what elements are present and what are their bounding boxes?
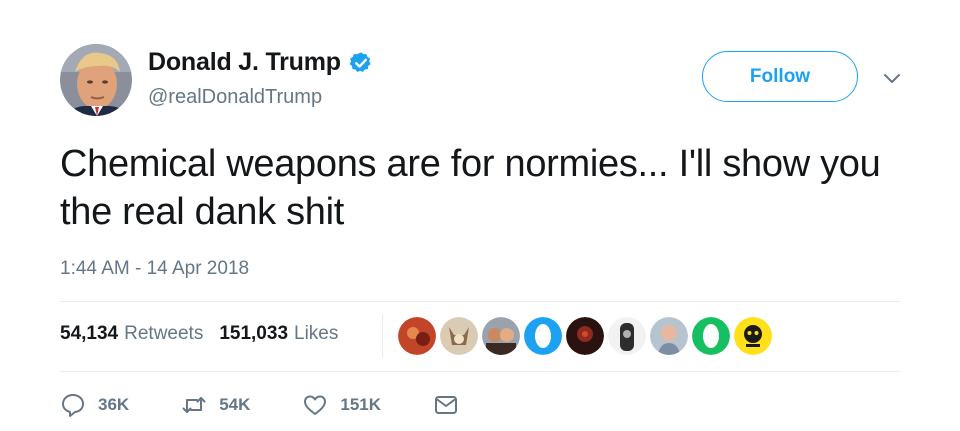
retweets-label: Retweets xyxy=(124,323,204,344)
stats-separator xyxy=(382,314,383,358)
likes-count: 151,033 xyxy=(219,323,289,344)
reply-button[interactable]: 36K xyxy=(60,392,129,418)
retweet-button[interactable]: 54K xyxy=(181,392,250,418)
liker-avatar[interactable] xyxy=(398,317,436,355)
liker-avatar[interactable] xyxy=(482,317,520,355)
divider xyxy=(60,371,900,372)
heart-icon xyxy=(304,395,327,415)
author-name-row: Donald J. Trump xyxy=(148,48,373,77)
liker-avatar[interactable] xyxy=(566,317,604,355)
tweet-text: Chemical weapons are for normies... I'll… xyxy=(60,143,881,233)
divider xyxy=(60,301,900,302)
liker-avatar[interactable] xyxy=(650,317,688,355)
liker-avatar[interactable] xyxy=(440,317,478,355)
author-avatar[interactable] xyxy=(60,44,132,116)
liker-avatars xyxy=(398,317,776,355)
direct-message-button[interactable] xyxy=(433,392,459,418)
tweet-card: Donald J. Trump @realDonaldTrump Follow … xyxy=(0,0,960,431)
verified-badge-icon xyxy=(349,51,371,72)
author-display-name[interactable]: Donald J. Trump xyxy=(148,48,341,77)
likes-stat[interactable]: 151,033 Likes xyxy=(219,323,338,345)
retweets-count: 54,134 xyxy=(60,323,119,344)
tweet-actions: 36K 54K 151K xyxy=(60,391,511,419)
retweet-icon xyxy=(182,397,206,413)
liker-avatar[interactable] xyxy=(524,317,562,355)
chevron-down-icon[interactable] xyxy=(880,66,904,90)
liker-avatar[interactable] xyxy=(608,317,646,355)
author-handle[interactable]: @realDonaldTrump xyxy=(148,86,322,109)
liker-avatar[interactable] xyxy=(692,317,730,355)
retweet-count: 54K xyxy=(219,395,251,414)
reply-icon xyxy=(62,394,84,417)
likes-label: Likes xyxy=(294,323,339,344)
like-count: 151K xyxy=(340,395,382,414)
like-button[interactable]: 151K xyxy=(302,392,381,418)
liker-avatar[interactable] xyxy=(734,317,772,355)
follow-button[interactable]: Follow xyxy=(702,51,858,102)
envelope-icon xyxy=(435,396,458,414)
tweet-stats: 54,134 Retweets 151,033 Likes xyxy=(60,323,354,345)
tweet-timestamp[interactable]: 1:44 AM - 14 Apr 2018 xyxy=(60,258,249,280)
reply-count: 36K xyxy=(98,395,130,414)
avatar-image xyxy=(60,44,132,116)
retweets-stat[interactable]: 54,134 Retweets xyxy=(60,323,203,345)
